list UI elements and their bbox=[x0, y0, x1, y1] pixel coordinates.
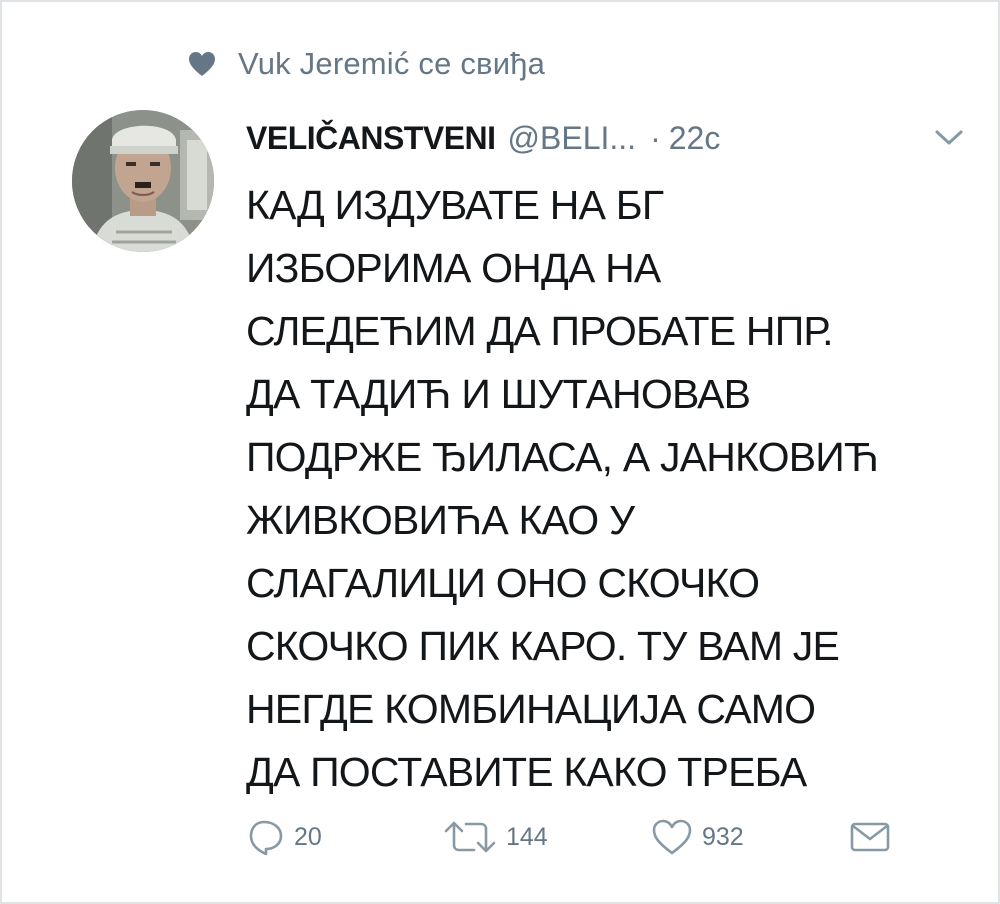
tweet-header: VELIČANSTVENI @BELI... · 22c bbox=[246, 114, 720, 162]
tweet-text-line: КАД ИЗДУВАТЕ НА БГ bbox=[246, 182, 664, 228]
author-name[interactable]: VELIČANSTVENI bbox=[246, 120, 496, 157]
direct-message-button[interactable] bbox=[848, 812, 892, 862]
envelope-icon bbox=[850, 822, 890, 852]
tweet-text-line: ИЗБОРИМА ОНДА НА bbox=[246, 245, 661, 291]
chevron-down-icon[interactable] bbox=[932, 126, 966, 150]
like-count: 932 bbox=[702, 822, 744, 851]
tweet-text-line: ПОДРЖЕ ЂИЛАСА, А ЈАНКОВИЋ bbox=[246, 434, 879, 480]
social-context: Vuk Jeremić се свиђа bbox=[188, 42, 545, 86]
tweet-text-line: СКОЧКО ПИК КАРО. ТУ ВАМ ЈЕ bbox=[246, 623, 840, 669]
tweet-text-line: НЕГДЕ КОМБИНАЦИЈА САМО bbox=[246, 686, 816, 732]
retweet-button[interactable]: 144 bbox=[442, 812, 548, 862]
tweet-text-line: ДА ПОСТАВИТЕ КАКО ТРЕБА bbox=[246, 749, 807, 795]
reply-count: 20 bbox=[294, 822, 322, 851]
reply-button[interactable]: 20 bbox=[246, 812, 322, 862]
heart-icon bbox=[652, 819, 692, 855]
avatar-image bbox=[72, 110, 214, 252]
retweet-count: 144 bbox=[506, 822, 548, 851]
tweet-card: Vuk Jeremić се свиђа VELIČANSTVENI @BELI… bbox=[0, 0, 1000, 904]
tweet-text: КАД ИЗДУВАТЕ НА БГ ИЗБОРИМА ОНДА НА СЛЕД… bbox=[246, 174, 966, 804]
retweet-icon bbox=[444, 821, 496, 853]
tweet-text-line: СЛАГАЛИЦИ ОНО СКОЧКО bbox=[246, 560, 760, 606]
heart-icon bbox=[189, 52, 215, 76]
tweet-text-line: СЛЕДЕЋИМ ДА ПРОБАТЕ НПР. bbox=[246, 308, 834, 354]
tweet-text-line: ДА ТАДИЋ И ШУТАНОВАВ bbox=[246, 371, 751, 417]
reply-icon bbox=[249, 820, 283, 856]
separator-dot: · bbox=[650, 119, 661, 156]
timestamp[interactable]: 22c bbox=[669, 120, 721, 157]
author-handle[interactable]: @BELI... bbox=[508, 120, 637, 157]
tweet-actions: 20 144 932 bbox=[246, 812, 926, 862]
avatar[interactable] bbox=[72, 110, 214, 252]
tweet-text-line: ЖИВКОВИЋА КАО У bbox=[246, 497, 635, 543]
liked-by-text[interactable]: Vuk Jeremić се свиђа bbox=[238, 46, 545, 82]
like-button[interactable]: 932 bbox=[650, 812, 744, 862]
